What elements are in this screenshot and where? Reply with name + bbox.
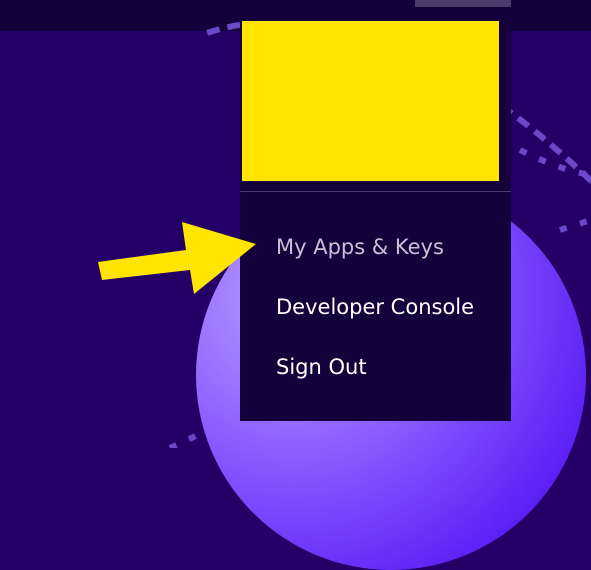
menu-item-sign-out[interactable]: Sign Out (276, 355, 367, 379)
menu-item-developer-console[interactable]: Developer Console (276, 295, 474, 319)
redacted-user-info (242, 21, 499, 181)
menu-user-header (240, 10, 511, 192)
user-dropdown-menu: My Apps & Keys Developer Console Sign Ou… (240, 10, 511, 421)
nav-tab-indicator (415, 0, 511, 7)
menu-divider (240, 191, 511, 192)
menu-item-my-apps-keys[interactable]: My Apps & Keys (276, 235, 444, 259)
